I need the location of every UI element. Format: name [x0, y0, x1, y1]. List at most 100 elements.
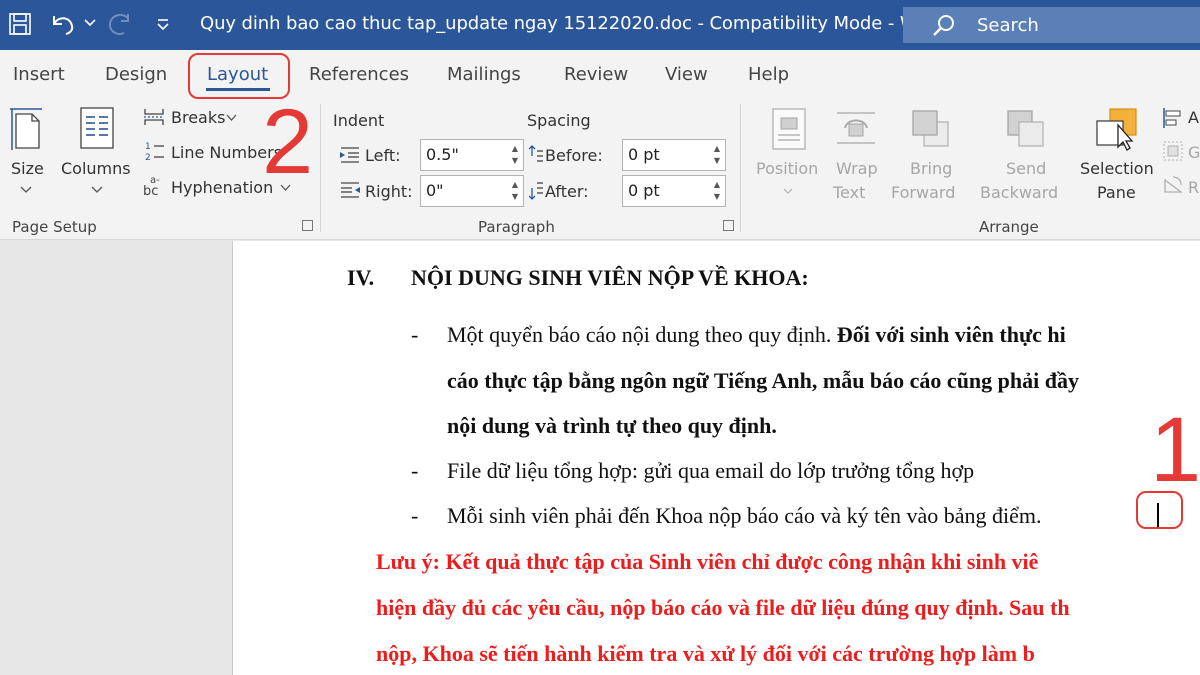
- indent-right-icon: [341, 182, 360, 198]
- send-backward-icon[interactable]: [1005, 108, 1047, 150]
- indent-left-icon: [340, 147, 359, 163]
- columns-dropdown-icon[interactable]: [91, 186, 103, 194]
- position-icon[interactable]: [772, 108, 806, 150]
- group-label-partial[interactable]: G: [1188, 143, 1200, 162]
- send-backward-label-1[interactable]: Send: [1006, 159, 1046, 178]
- spinner-arrows-icon[interactable]: ▲ ▼: [714, 179, 720, 203]
- selection-pane-label-2[interactable]: Pane: [1097, 183, 1136, 202]
- spacing-after-label: After:: [545, 182, 589, 201]
- spinner-arrows-icon[interactable]: ▲ ▼: [512, 179, 518, 203]
- save-icon[interactable]: [8, 12, 32, 36]
- spacing-before-input[interactable]: 0 pt ▲ ▼: [622, 139, 726, 171]
- wrap-text-label-2[interactable]: Text: [833, 183, 865, 202]
- bullet-2-text: File dữ liệu tổng hợp: gửi qua email do …: [447, 458, 975, 483]
- paragraph-launcher-icon[interactable]: [723, 220, 734, 231]
- indent-right-label: Right:: [365, 182, 413, 201]
- bullet-dash: -: [411, 458, 419, 483]
- spacing-heading: Spacing: [527, 111, 591, 130]
- send-backward-label-2[interactable]: Backward: [980, 183, 1058, 202]
- spacing-after-value: 0 pt: [628, 181, 660, 200]
- spinner-arrows-icon[interactable]: ▲ ▼: [512, 143, 518, 167]
- bullet-3-text: Mỗi sinh viên phải đến Khoa nộp báo cáo …: [447, 503, 1042, 528]
- breaks-dropdown-icon[interactable]: [226, 114, 237, 122]
- spacing-after-input[interactable]: 0 pt ▲ ▼: [622, 175, 726, 207]
- hyphenation-button[interactable]: Hyphenation: [171, 178, 273, 197]
- indent-right-input[interactable]: 0" ▲ ▼: [420, 175, 524, 207]
- spacing-after-icon: [529, 182, 543, 200]
- rotate-icon[interactable]: [1162, 174, 1184, 196]
- spacing-before-icon: [529, 145, 543, 162]
- tab-insert[interactable]: Insert: [13, 64, 65, 85]
- indent-left-value: 0.5": [426, 145, 459, 164]
- svg-text:2: 2: [145, 153, 151, 162]
- heading-number: IV.: [347, 265, 375, 290]
- bring-forward-label-1[interactable]: Bring: [910, 159, 952, 178]
- page-setup-group-label: Page Setup: [12, 218, 97, 236]
- bullet-1-bold: Đối với sinh viên thực hi: [836, 322, 1066, 347]
- selection-pane-label-1[interactable]: Selection: [1080, 159, 1154, 178]
- tab-design[interactable]: Design: [105, 64, 167, 85]
- bullet-1-text: Một quyển báo cáo nội dung theo quy định…: [447, 322, 1066, 348]
- bullet-1-line-3: nội dung và trình tự theo quy định.: [447, 413, 777, 438]
- bring-forward-label-2[interactable]: Forward: [891, 183, 955, 202]
- spacing-before-label: Before:: [545, 146, 603, 165]
- spinner-arrows-icon[interactable]: ▲ ▼: [714, 143, 720, 167]
- step-number-1: 1: [1150, 399, 1200, 501]
- document-area: IV. NỘI DUNG SINH VIÊN NỘP VỀ KHOA: - Mộ…: [0, 241, 1200, 675]
- indent-left-input[interactable]: 0.5" ▲ ▼: [420, 139, 524, 171]
- hyphenation-icon: a- bc: [143, 175, 160, 197]
- rotate-label-partial[interactable]: R: [1188, 178, 1199, 197]
- ribbon: Size Columns Breaks 1 2 Line Numbers a- …: [0, 98, 1200, 240]
- bullet-dash: -: [411, 322, 419, 347]
- document-page[interactable]: IV. NỘI DUNG SINH VIÊN NỘP VỀ KHOA: - Mộ…: [232, 241, 1200, 675]
- wrap-text-label-1[interactable]: Wrap: [836, 159, 878, 178]
- spacing-before-value: 0 pt: [628, 145, 660, 164]
- tab-help[interactable]: Help: [748, 64, 789, 85]
- bring-forward-icon[interactable]: [910, 108, 952, 150]
- indent-heading: Indent: [333, 111, 385, 130]
- search-box[interactable]: Search: [903, 7, 1200, 43]
- title-bar: Quy dinh bao cao thuc tap_update ngay 15…: [0, 0, 1200, 50]
- selection-pane-icon[interactable]: [1094, 107, 1140, 151]
- page-setup-launcher-icon[interactable]: [302, 220, 313, 231]
- tab-review[interactable]: Review: [564, 64, 628, 85]
- indent-left-label: Left:: [365, 146, 401, 165]
- breaks-icon: [144, 109, 164, 125]
- section-heading: NỘI DUNG SINH VIÊN NỘP VỀ KHOA:: [411, 265, 809, 290]
- size-icon[interactable]: [8, 106, 44, 152]
- align-label-partial[interactable]: A: [1188, 108, 1199, 127]
- note-line-3: nộp, Khoa sẽ tiến hành kiểm tra và xử lý…: [376, 641, 1035, 666]
- breaks-button[interactable]: Breaks: [171, 108, 225, 127]
- svg-text:bc: bc: [143, 184, 158, 197]
- step-number-2: 2: [262, 91, 314, 193]
- position-label[interactable]: Position: [756, 159, 818, 178]
- tab-view[interactable]: View: [665, 64, 708, 85]
- window-title: Quy dinh bao cao thuc tap_update ngay 15…: [200, 13, 946, 34]
- note-line-2: hiện đầy đủ các yêu cầu, nộp báo cáo và …: [376, 595, 1070, 620]
- bullet-dash: -: [411, 503, 419, 528]
- undo-dropdown-icon[interactable]: [84, 18, 96, 28]
- note-line-1: Lưu ý: Kết quả thực tập của Sinh viên ch…: [376, 549, 1039, 574]
- columns-icon[interactable]: [80, 107, 114, 149]
- indent-right-value: 0": [426, 181, 444, 200]
- tab-mailings[interactable]: Mailings: [447, 64, 521, 85]
- group-divider: [320, 104, 321, 232]
- paragraph-group-label: Paragraph: [478, 218, 555, 236]
- customize-toolbar-icon[interactable]: [156, 17, 170, 31]
- search-icon: [933, 15, 954, 36]
- bullet-1-line-2: cáo thực tập bằng ngôn ngữ Tiếng Anh, mẫ…: [447, 368, 1079, 393]
- group-objects-icon[interactable]: [1162, 140, 1184, 162]
- columns-label[interactable]: Columns: [61, 159, 131, 178]
- undo-icon[interactable]: [50, 12, 80, 36]
- position-dropdown-icon[interactable]: [783, 188, 793, 195]
- size-label[interactable]: Size: [11, 159, 44, 178]
- tab-references[interactable]: References: [309, 64, 409, 85]
- wrap-text-icon[interactable]: [835, 110, 877, 146]
- bullet-1-normal: Một quyển báo cáo nội dung theo quy định…: [447, 322, 837, 347]
- redo-icon[interactable]: [106, 12, 134, 38]
- group-divider: [740, 104, 741, 232]
- svg-text:1: 1: [145, 142, 151, 152]
- ribbon-tabs: Insert Design Layout References Mailings…: [0, 50, 1200, 98]
- align-icon[interactable]: [1162, 107, 1184, 129]
- size-dropdown-icon[interactable]: [20, 186, 32, 194]
